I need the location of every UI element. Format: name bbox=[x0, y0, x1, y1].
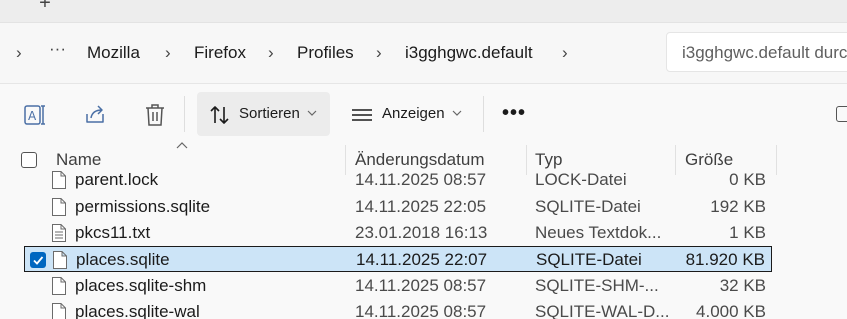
file-row[interactable]: places.sqlite-shm 14.11.2025 08:57 SQLIT… bbox=[24, 273, 772, 299]
file-row[interactable]: permissions.sqlite 14.11.2025 22:05 SQLI… bbox=[24, 194, 772, 220]
text-file-icon bbox=[52, 224, 66, 242]
svg-text:A: A bbox=[28, 109, 37, 123]
trash-icon[interactable] bbox=[142, 103, 168, 127]
file-name: places.sqlite-shm bbox=[75, 276, 207, 295]
file-icon bbox=[52, 277, 66, 295]
chevron-right-icon[interactable]: › bbox=[268, 43, 274, 63]
file-size: 192 KB bbox=[710, 197, 766, 216]
checkmark-icon bbox=[33, 256, 44, 265]
file-size: 32 KB bbox=[719, 276, 766, 295]
sort-button-label: Sortieren bbox=[239, 105, 300, 122]
chevron-down-icon bbox=[452, 110, 462, 116]
chevron-right-icon[interactable]: › bbox=[16, 43, 22, 63]
address-bar: › ··· Mozilla › Firefox › Profiles › i3g… bbox=[0, 23, 847, 84]
chevron-right-icon[interactable]: › bbox=[376, 43, 382, 63]
chevron-down-icon bbox=[307, 110, 317, 116]
breadcrumb-overflow-button[interactable]: ··· bbox=[49, 39, 66, 59]
file-name: places.sqlite-wal bbox=[75, 302, 200, 319]
file-type: SQLITE-SHM-... bbox=[535, 276, 659, 295]
file-date: 14.11.2025 08:57 bbox=[355, 170, 487, 189]
new-tab-button[interactable]: + bbox=[34, 0, 56, 15]
file-date: 14.11.2025 08:57 bbox=[355, 276, 487, 295]
file-icon bbox=[53, 251, 67, 269]
file-row[interactable]: parent.lock 14.11.2025 08:57 LOCK-Datei … bbox=[24, 168, 772, 193]
file-row[interactable]: pkcs11.txt 23.01.2018 16:13 Neues Textdo… bbox=[24, 220, 772, 246]
file-size: 81.920 KB bbox=[685, 250, 765, 269]
file-type: SQLITE-Datei bbox=[535, 197, 641, 216]
file-size: 4.000 KB bbox=[696, 302, 766, 319]
rename-icon[interactable]: A bbox=[22, 103, 48, 127]
file-type: SQLITE-Datei bbox=[536, 250, 642, 269]
breadcrumb-item-profile-folder[interactable]: i3gghgwc.default bbox=[405, 43, 533, 63]
breadcrumb-item-profiles[interactable]: Profiles bbox=[297, 43, 354, 63]
row-checkbox-checked[interactable] bbox=[30, 252, 46, 268]
details-pane-button[interactable] bbox=[836, 106, 847, 122]
file-type: LOCK-Datei bbox=[535, 170, 627, 189]
view-button-label: Anzeigen bbox=[382, 105, 445, 122]
chevron-right-icon[interactable]: › bbox=[165, 43, 171, 63]
search-input[interactable]: i3gghgwc.default durc bbox=[666, 32, 847, 72]
file-size: 0 KB bbox=[729, 170, 766, 189]
column-header-type[interactable]: Typ bbox=[535, 150, 562, 170]
file-date: 23.01.2018 16:13 bbox=[355, 223, 488, 242]
file-date: 14.11.2025 08:57 bbox=[355, 302, 487, 319]
share-icon[interactable] bbox=[83, 103, 109, 127]
file-size: 1 KB bbox=[729, 223, 766, 242]
file-name: permissions.sqlite bbox=[75, 197, 211, 216]
breadcrumb-item-mozilla[interactable]: Mozilla bbox=[87, 43, 140, 63]
file-name: pkcs11.txt bbox=[75, 223, 151, 242]
file-icon bbox=[52, 303, 66, 319]
column-header-size[interactable]: Größe bbox=[685, 150, 733, 170]
file-row[interactable]: places.sqlite-wal 14.11.2025 08:57 SQLIT… bbox=[24, 299, 772, 319]
breadcrumb-item-firefox[interactable]: Firefox bbox=[194, 43, 246, 63]
chevron-right-icon[interactable]: › bbox=[562, 43, 568, 63]
tab-bar: + bbox=[0, 0, 847, 23]
file-icon bbox=[52, 198, 66, 216]
file-name: parent.lock bbox=[75, 170, 159, 189]
file-list: parent.lock 14.11.2025 08:57 LOCK-Datei … bbox=[0, 168, 847, 319]
file-name: places.sqlite bbox=[76, 250, 170, 269]
toolbar-divider bbox=[184, 96, 185, 132]
file-date: 14.11.2025 22:05 bbox=[355, 197, 487, 216]
file-row-selected[interactable]: places.sqlite 14.11.2025 22:07 SQLITE-Da… bbox=[24, 246, 772, 272]
sort-ascending-icon bbox=[176, 142, 188, 149]
file-type: Neues Textdok... bbox=[535, 223, 662, 242]
file-type: SQLITE-WAL-D... bbox=[535, 302, 670, 319]
column-header-date[interactable]: Änderungsdatum bbox=[355, 150, 484, 170]
column-header-name[interactable]: Name bbox=[56, 150, 101, 170]
search-placeholder: i3gghgwc.default durc bbox=[682, 43, 847, 62]
more-options-button[interactable]: ••• bbox=[502, 102, 526, 125]
sort-icon bbox=[210, 106, 229, 124]
file-icon bbox=[52, 171, 66, 189]
toolbar-divider bbox=[483, 96, 484, 132]
command-bar: A Sortieren Anzeigen ••• bbox=[0, 84, 847, 144]
select-all-checkbox[interactable] bbox=[21, 152, 37, 168]
file-date: 14.11.2025 22:07 bbox=[356, 250, 488, 269]
